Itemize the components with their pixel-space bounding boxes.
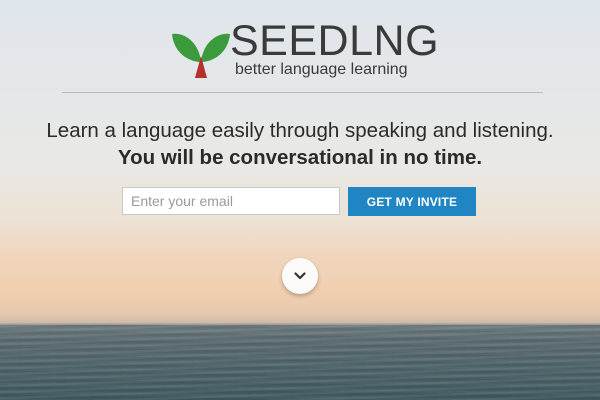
headline-bold-text: You will be conversational in no time. (117, 146, 483, 169)
sea-background (0, 325, 600, 400)
email-input[interactable] (122, 187, 340, 215)
brand-name: SEEDLNG (230, 17, 440, 65)
divider (62, 92, 543, 93)
scroll-down-button[interactable] (282, 258, 318, 294)
seedling-logo-icon (172, 33, 230, 78)
chevron-down-icon (294, 272, 306, 280)
hero-headline: Learn a language easily through speaking… (40, 117, 560, 171)
get-my-invite-button[interactable]: GET MY INVITE (348, 187, 476, 216)
logo[interactable]: SEEDLNG better language learning (168, 17, 439, 82)
brand-tagline: better language learning (235, 61, 408, 78)
headline-text: Learn a language easily through speaking… (46, 119, 554, 142)
